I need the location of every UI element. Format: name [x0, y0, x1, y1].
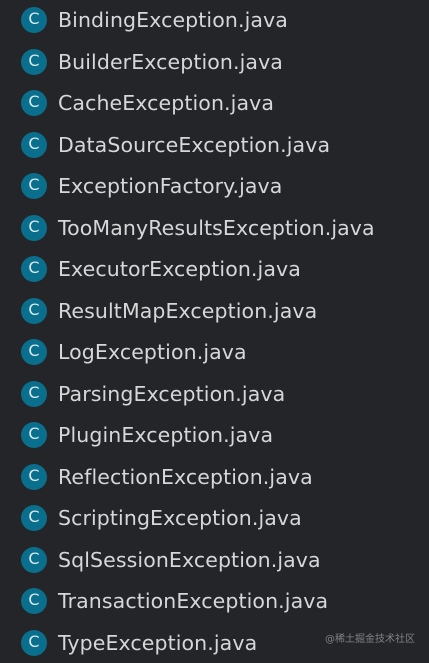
class-icon: C [21, 48, 47, 75]
class-icon-letter: C [28, 9, 40, 28]
file-item[interactable]: C ParsingException.java [0, 373, 429, 414]
class-icon-letter: C [28, 548, 40, 568]
class-icon: C [21, 297, 47, 324]
file-name: ScriptingException.java [58, 506, 302, 530]
class-icon-letter: C [28, 465, 40, 485]
class-icon-letter: C [28, 216, 40, 236]
file-item[interactable]: C TransactionException.java [0, 581, 429, 622]
class-icon-letter: C [28, 382, 40, 402]
class-icon: C [21, 90, 47, 116]
file-name: ResultMapException.java [58, 298, 318, 323]
class-icon-letter: C [28, 299, 40, 319]
file-name: TransactionException.java [58, 589, 329, 613]
class-icon: C [21, 131, 47, 158]
class-icon: C [21, 173, 47, 199]
file-item[interactable]: C LogException.java [0, 332, 429, 373]
file-item[interactable]: C ExecutorException.java [0, 249, 429, 290]
file-item[interactable]: C ReflectionException.java [0, 456, 429, 497]
class-icon-letter: C [28, 341, 40, 360]
class-icon: C [21, 629, 47, 656]
class-icon-letter: C [28, 507, 40, 526]
file-name: ExceptionFactory.java [58, 174, 283, 198]
file-name: TypeException.java [58, 630, 258, 655]
class-icon: C [21, 214, 47, 241]
file-item[interactable]: C BindingException.java [0, 0, 429, 41]
class-icon: C [21, 380, 47, 407]
file-name: LogException.java [58, 340, 247, 364]
file-name: ParsingException.java [58, 381, 286, 406]
file-name: SqlSessionException.java [58, 547, 321, 572]
file-name: CacheException.java [58, 91, 275, 115]
class-icon: C [21, 422, 47, 448]
class-icon: C [21, 339, 47, 365]
class-icon: C [21, 505, 47, 531]
file-item[interactable]: C ScriptingException.java [0, 498, 429, 539]
file-name: DataSourceException.java [58, 132, 331, 157]
file-item[interactable]: C SqlSessionException.java [0, 539, 429, 580]
class-icon-letter: C [28, 133, 40, 153]
class-icon-letter: C [28, 424, 40, 443]
class-icon: C [21, 546, 47, 573]
class-icon: C [21, 463, 47, 490]
class-icon-letter: C [28, 590, 40, 609]
file-item[interactable]: C BuilderException.java [0, 41, 429, 82]
class-icon-letter: C [28, 92, 40, 111]
file-item[interactable]: C ResultMapException.java [0, 290, 429, 331]
class-icon-letter: C [28, 175, 40, 194]
file-name: TooManyResultsException.java [58, 215, 375, 240]
file-name: PluginException.java [58, 423, 274, 447]
class-icon: C [21, 7, 47, 33]
file-item[interactable]: C TooManyResultsException.java [0, 207, 429, 248]
file-name: ExecutorException.java [58, 257, 301, 281]
file-item[interactable]: C PluginException.java [0, 415, 429, 456]
file-item[interactable]: C DataSourceException.java [0, 124, 429, 165]
file-item[interactable]: C ExceptionFactory.java [0, 166, 429, 207]
file-name: BuilderException.java [58, 49, 283, 74]
file-name: ReflectionException.java [58, 464, 313, 489]
class-icon-letter: C [28, 631, 40, 651]
class-icon: C [21, 588, 47, 614]
class-icon-letter: C [28, 258, 40, 277]
file-name: BindingException.java [58, 8, 288, 32]
class-icon: C [21, 256, 47, 282]
watermark: @稀土掘金技术社区 [325, 634, 415, 645]
class-icon-letter: C [28, 50, 40, 70]
file-item[interactable]: C CacheException.java [0, 83, 429, 124]
